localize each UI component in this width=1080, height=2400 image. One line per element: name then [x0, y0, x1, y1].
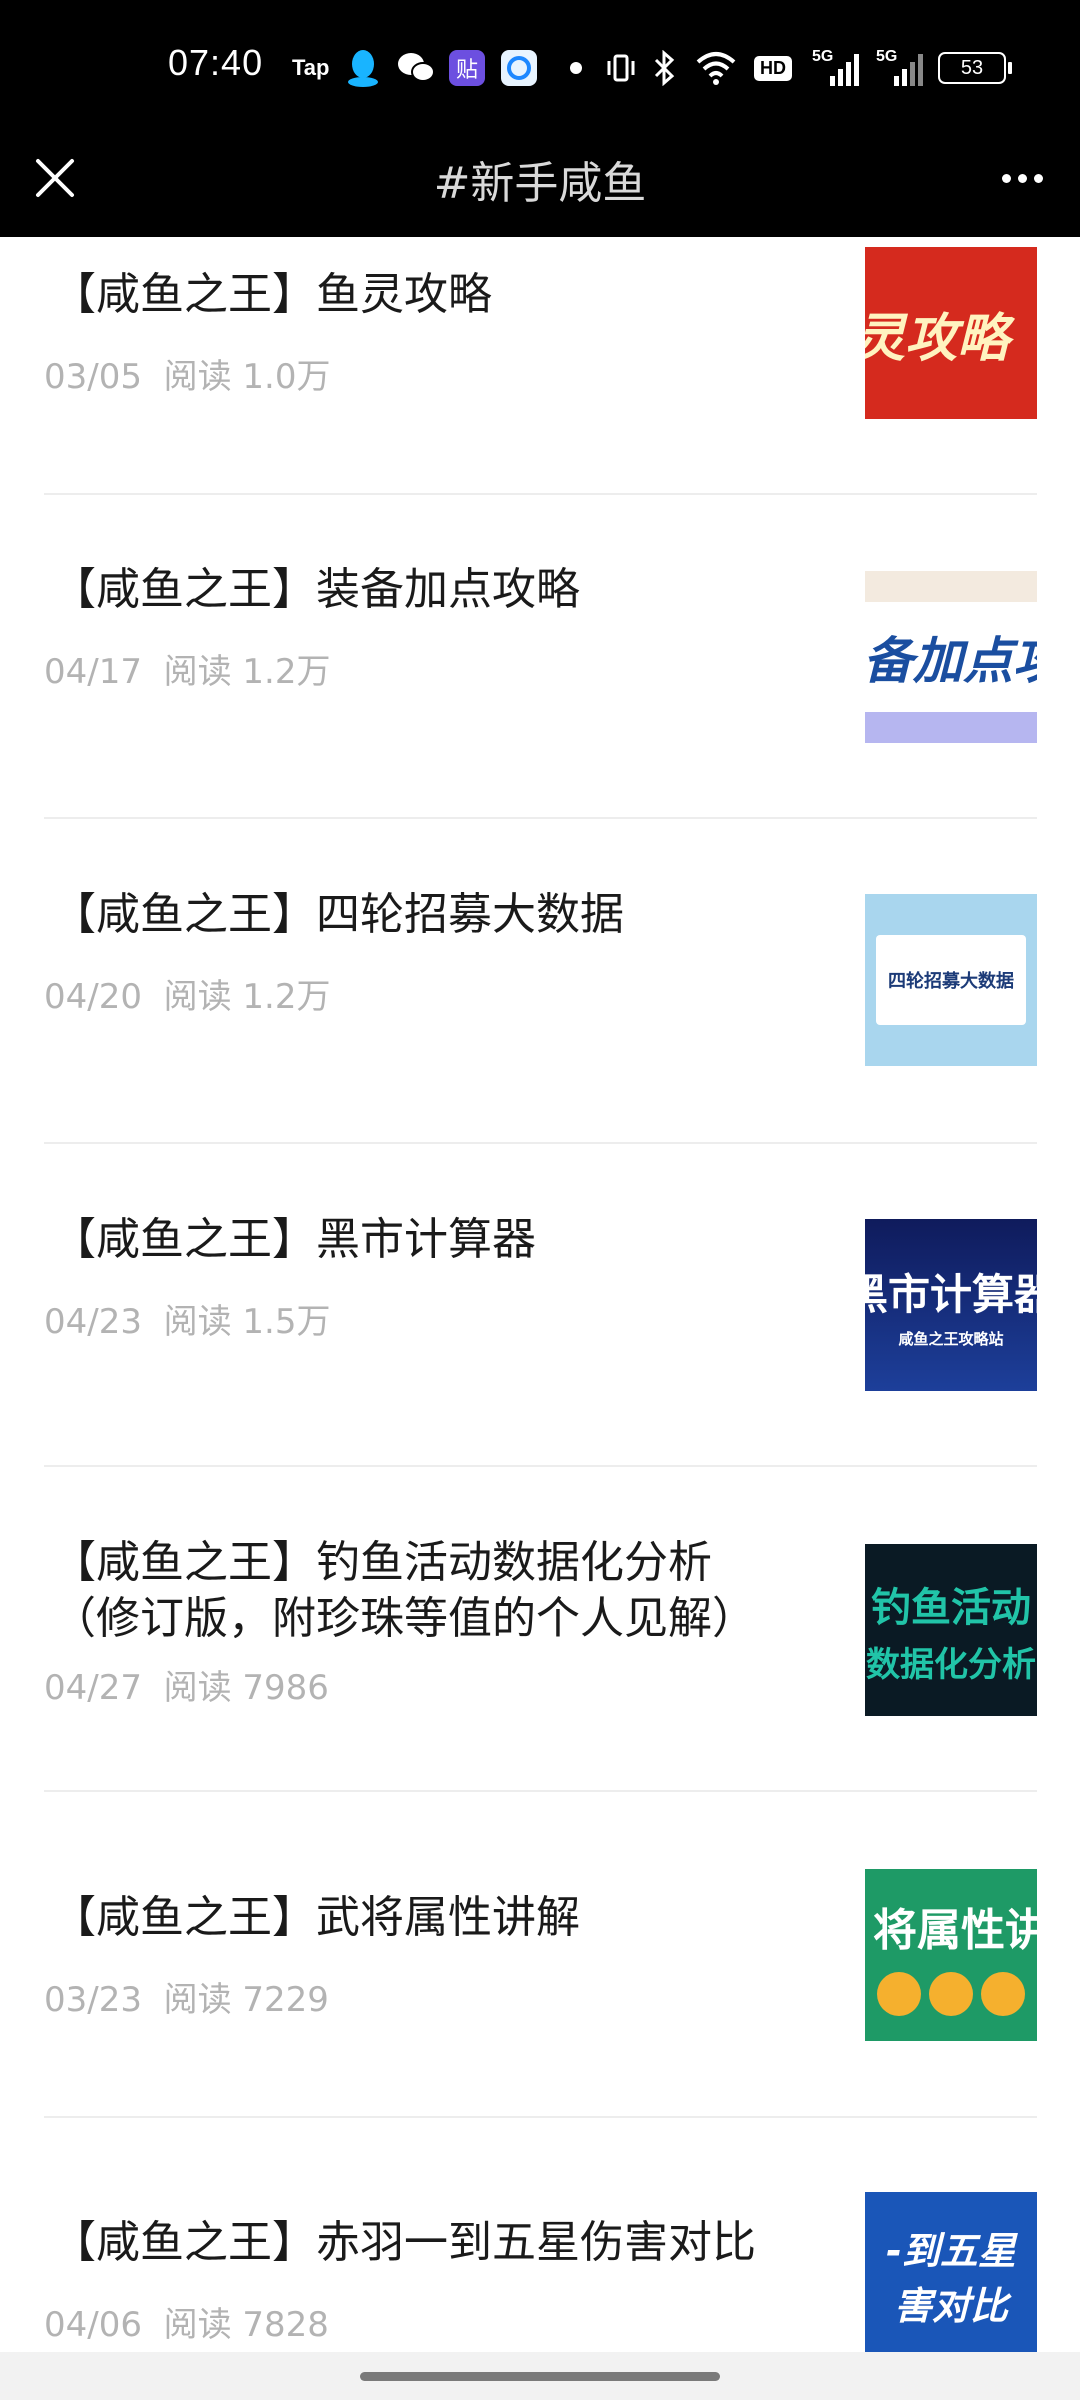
article-meta: 04/17 阅读 1.2万 [44, 644, 331, 693]
article-reads: 阅读 1.2万 [163, 977, 331, 1017]
article-reads: 阅读 7828 [163, 2305, 329, 2345]
thumbnail-text: 数据化分析 [866, 1644, 1036, 1685]
nav-bar: #新手咸鱼 [0, 135, 1080, 237]
article-title: 【咸鱼之王】钓鱼活动数据化分析（修订版，附珍珠等值的个人见解） [52, 1537, 756, 1644]
article-date: 04/17 [44, 652, 142, 692]
home-indicator[interactable] [360, 2372, 720, 2381]
article-reads: 阅读 7229 [163, 1980, 329, 2020]
battery-icon: 53 [938, 48, 1012, 88]
divider [44, 1790, 1037, 1792]
article-thumbnail: 四轮招募大数据 [865, 894, 1037, 1066]
article-thumbnail: 备加点攻 [865, 571, 1037, 743]
article-thumbnail: 黑市计算器 咸鱼之王攻略站 [865, 1219, 1037, 1391]
more-icon-dot [1033, 173, 1043, 183]
article-title: 【咸鱼之王】黑市计算器 [52, 1214, 536, 1265]
article-meta: 04/20 阅读 1.2万 [44, 969, 331, 1018]
page-title: #新手咸鱼 [433, 158, 647, 209]
qq-icon [346, 48, 380, 88]
article-thumbnail: 将属性讲 [865, 1869, 1037, 2041]
article-date: 03/05 [44, 357, 142, 397]
thumbnail-text: 钓鱼活动 [871, 1584, 1031, 1631]
thumbnail-subtext: 咸鱼之王攻略站 [898, 1330, 1004, 1348]
divider [44, 1142, 1037, 1144]
article-thumbnail: 钓鱼活动 数据化分析 [865, 1544, 1037, 1716]
article-meta: 04/27 阅读 7986 [44, 1660, 329, 1709]
divider [44, 817, 1037, 819]
notification-dot-icon [570, 48, 582, 88]
divider [44, 2116, 1037, 2118]
article-item[interactable]: 【咸鱼之王】鱼灵攻略 03/05 阅读 1.0万 灵攻略 [0, 237, 1080, 562]
hd-icon: HD [754, 48, 792, 88]
thumbnail-text: 四轮招募大数据 [888, 971, 1014, 992]
article-reads: 阅读 1.0万 [163, 357, 331, 397]
article-list: 【咸鱼之王】鱼灵攻略 03/05 阅读 1.0万 灵攻略 【咸鱼之王】装备加点攻… [0, 237, 1080, 2357]
more-icon-dot [1017, 173, 1027, 183]
more-icon [1001, 173, 1011, 183]
gesture-nav-bar [0, 2352, 1080, 2400]
article-meta: 04/23 阅读 1.5万 [44, 1294, 331, 1343]
article-date: 04/06 [44, 2305, 142, 2345]
article-reads: 阅读 7986 [163, 1668, 329, 1708]
status-time: 07:40 [168, 42, 264, 83]
article-meta: 03/23 阅读 7229 [44, 1972, 329, 2021]
vibrate-icon [604, 48, 638, 88]
tieba-icon: 贴 [448, 48, 486, 88]
wechat-icon [396, 48, 436, 88]
article-title: 【咸鱼之王】鱼灵攻略 [52, 269, 492, 320]
thumbnail-text: 将属性讲 [873, 1905, 1037, 1956]
article-date: 04/23 [44, 1302, 142, 1342]
thumbnail-text: 黑市计算器 [865, 1270, 1037, 1319]
article-meta: 04/06 阅读 7828 [44, 2297, 329, 2346]
article-title: 【咸鱼之王】武将属性讲解 [52, 1892, 580, 1943]
status-bar: 07:40 Tap 贴 HD 5G 5G 53 [0, 0, 1080, 135]
article-meta: 03/05 阅读 1.0万 [44, 349, 331, 398]
article-date: 03/23 [44, 1980, 142, 2020]
browser-app-icon [500, 48, 538, 88]
thumbnail-text: -到五星 [886, 2228, 1016, 2273]
bluetooth-icon [652, 48, 676, 88]
thumbnail-text: 灵攻略 [865, 308, 1009, 369]
thumbnail-text: 害对比 [893, 2283, 1008, 2328]
wifi-icon [694, 48, 738, 88]
thumbnail-text: 备加点攻 [865, 632, 1037, 690]
article-title: 【咸鱼之王】四轮招募大数据 [52, 889, 624, 940]
article-reads: 阅读 1.5万 [163, 1302, 331, 1342]
article-thumbnail: -到五星 害对比 [865, 2192, 1037, 2357]
article-title: 【咸鱼之王】赤羽一到五星伤害对比 [52, 2217, 756, 2268]
article-date: 04/27 [44, 1668, 142, 1708]
divider [44, 493, 1037, 495]
article-date: 04/20 [44, 977, 142, 1017]
divider [44, 1465, 1037, 1467]
signal-5g-icon: 5G [876, 48, 926, 88]
article-title: 【咸鱼之王】装备加点攻略 [52, 564, 580, 615]
more-button[interactable] [992, 153, 1052, 203]
tap-app-icon: Tap [292, 55, 330, 80]
article-thumbnail: 灵攻略 [865, 247, 1037, 419]
thumbnail-characters [877, 1972, 1025, 2016]
signal-5g-icon: 5G [812, 48, 862, 88]
article-reads: 阅读 1.2万 [163, 652, 331, 692]
